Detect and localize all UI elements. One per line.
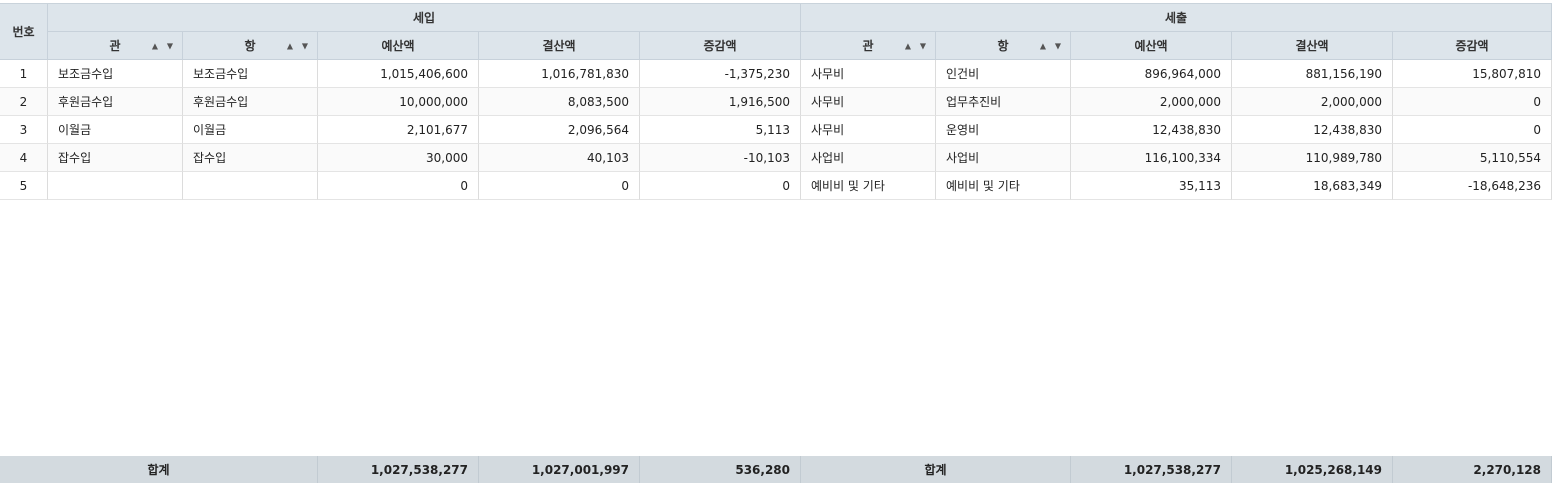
col-exp-settle[interactable]: 결산액: [1232, 32, 1393, 60]
cell-rev-budget[interactable]: 1,015,406,600: [318, 60, 479, 88]
cell-exp-diff[interactable]: 5,110,554: [1393, 144, 1552, 172]
col-exp-diff[interactable]: 증감액: [1393, 32, 1552, 60]
cell-exp-diff[interactable]: 0: [1393, 116, 1552, 144]
cell-no[interactable]: 5: [0, 172, 48, 200]
col-exp-hang-label: 항: [997, 39, 1009, 53]
cell-rev-budget[interactable]: 0: [318, 172, 479, 200]
footer-exp-diff: 2,270,128: [1393, 456, 1552, 483]
cell-rev-budget[interactable]: 30,000: [318, 144, 479, 172]
cell-rev-hang[interactable]: 보조금수입: [183, 60, 318, 88]
sort-filter-icon[interactable]: ▲ ▼: [152, 41, 176, 50]
cell-rev-settle[interactable]: 0: [479, 172, 640, 200]
col-rev-gwan-label: 관: [109, 39, 121, 53]
cell-rev-settle[interactable]: 2,096,564: [479, 116, 640, 144]
footer-exp-budget: 1,027,538,277: [1071, 456, 1232, 483]
cell-exp-budget[interactable]: 116,100,334: [1071, 144, 1232, 172]
cell-exp-budget[interactable]: 12,438,830: [1071, 116, 1232, 144]
cell-rev-hang[interactable]: 이월금: [183, 116, 318, 144]
cell-no[interactable]: 3: [0, 116, 48, 144]
column-divider: [478, 200, 479, 456]
column-divider: [47, 200, 48, 456]
cell-exp-hang[interactable]: 사업비: [936, 144, 1071, 172]
col-rev-gwan[interactable]: 관 ▲ ▼: [48, 32, 183, 60]
cell-rev-gwan[interactable]: 후원금수입: [48, 88, 183, 116]
footer-rev-settle: 1,027,001,997: [479, 456, 640, 483]
col-rev-budget[interactable]: 예산액: [318, 32, 479, 60]
cell-exp-settle[interactable]: 2,000,000: [1232, 88, 1393, 116]
cell-rev-diff[interactable]: 5,113: [640, 116, 801, 144]
cell-exp-settle[interactable]: 881,156,190: [1232, 60, 1393, 88]
cell-rev-settle[interactable]: 40,103: [479, 144, 640, 172]
cell-exp-budget[interactable]: 35,113: [1071, 172, 1232, 200]
budget-settlement-grid: 번호 세입 세출 관 ▲ ▼ 항 ▲ ▼ 예산액 결산액 증감액 관 ▲ ▼ 항…: [0, 3, 1552, 483]
footer-rev-budget: 1,027,538,277: [318, 456, 479, 483]
cell-exp-settle[interactable]: 12,438,830: [1232, 116, 1393, 144]
cell-rev-budget[interactable]: 10,000,000: [318, 88, 479, 116]
cell-no[interactable]: 2: [0, 88, 48, 116]
footer-rev-label: 합계: [0, 456, 318, 483]
cell-exp-hang[interactable]: 인건비: [936, 60, 1071, 88]
cell-exp-hang[interactable]: 업무추진비: [936, 88, 1071, 116]
cell-rev-diff[interactable]: 0: [640, 172, 801, 200]
cell-exp-hang[interactable]: 예비비 및 기타: [936, 172, 1071, 200]
sort-filter-icon[interactable]: ▲ ▼: [1040, 41, 1064, 50]
col-rev-hang[interactable]: 항 ▲ ▼: [183, 32, 318, 60]
column-divider: [800, 200, 801, 456]
cell-rev-settle[interactable]: 8,083,500: [479, 88, 640, 116]
cell-rev-gwan[interactable]: 잡수입: [48, 144, 183, 172]
revenue-group-header: 세입: [48, 4, 801, 32]
cell-exp-budget[interactable]: 2,000,000: [1071, 88, 1232, 116]
cell-exp-diff[interactable]: 15,807,810: [1393, 60, 1552, 88]
cell-exp-settle[interactable]: 110,989,780: [1232, 144, 1393, 172]
cell-exp-budget[interactable]: 896,964,000: [1071, 60, 1232, 88]
footer-exp-settle: 1,025,268,149: [1232, 456, 1393, 483]
col-rev-settle[interactable]: 결산액: [479, 32, 640, 60]
col-exp-budget[interactable]: 예산액: [1071, 32, 1232, 60]
sort-filter-icon[interactable]: ▲ ▼: [905, 41, 929, 50]
cell-rev-budget[interactable]: 2,101,677: [318, 116, 479, 144]
column-divider: [639, 200, 640, 456]
cell-rev-hang[interactable]: [183, 172, 318, 200]
col-exp-gwan-label: 관: [862, 39, 874, 53]
cell-rev-gwan[interactable]: 이월금: [48, 116, 183, 144]
row-number-header: 번호: [0, 4, 48, 60]
cell-exp-settle[interactable]: 18,683,349: [1232, 172, 1393, 200]
cell-no[interactable]: 1: [0, 60, 48, 88]
col-exp-hang[interactable]: 항 ▲ ▼: [936, 32, 1071, 60]
column-divider: [1070, 200, 1071, 456]
cell-rev-settle[interactable]: 1,016,781,830: [479, 60, 640, 88]
footer-exp-label: 합계: [801, 456, 1071, 483]
col-rev-hang-label: 항: [244, 39, 256, 53]
cell-rev-hang[interactable]: 잡수입: [183, 144, 318, 172]
column-divider: [1392, 200, 1393, 456]
cell-rev-diff[interactable]: -1,375,230: [640, 60, 801, 88]
cell-rev-diff[interactable]: 1,916,500: [640, 88, 801, 116]
cell-rev-gwan[interactable]: 보조금수입: [48, 60, 183, 88]
cell-no[interactable]: 4: [0, 144, 48, 172]
cell-exp-diff[interactable]: 0: [1393, 88, 1552, 116]
cell-exp-gwan[interactable]: 사무비: [801, 116, 936, 144]
cell-rev-hang[interactable]: 후원금수입: [183, 88, 318, 116]
cell-exp-gwan[interactable]: 사무비: [801, 88, 936, 116]
col-exp-gwan[interactable]: 관 ▲ ▼: [801, 32, 936, 60]
cell-exp-hang[interactable]: 운영비: [936, 116, 1071, 144]
expense-group-header: 세출: [801, 4, 1552, 32]
sort-filter-icon[interactable]: ▲ ▼: [287, 41, 311, 50]
cell-exp-gwan[interactable]: 사무비: [801, 60, 936, 88]
cell-exp-gwan[interactable]: 예비비 및 기타: [801, 172, 936, 200]
column-divider: [317, 200, 318, 456]
footer-rev-diff: 536,280: [640, 456, 801, 483]
column-divider: [182, 200, 183, 456]
column-divider: [935, 200, 936, 456]
cell-rev-gwan[interactable]: [48, 172, 183, 200]
col-rev-diff[interactable]: 증감액: [640, 32, 801, 60]
cell-exp-diff[interactable]: -18,648,236: [1393, 172, 1552, 200]
cell-exp-gwan[interactable]: 사업비: [801, 144, 936, 172]
column-divider: [1231, 200, 1232, 456]
cell-rev-diff[interactable]: -10,103: [640, 144, 801, 172]
